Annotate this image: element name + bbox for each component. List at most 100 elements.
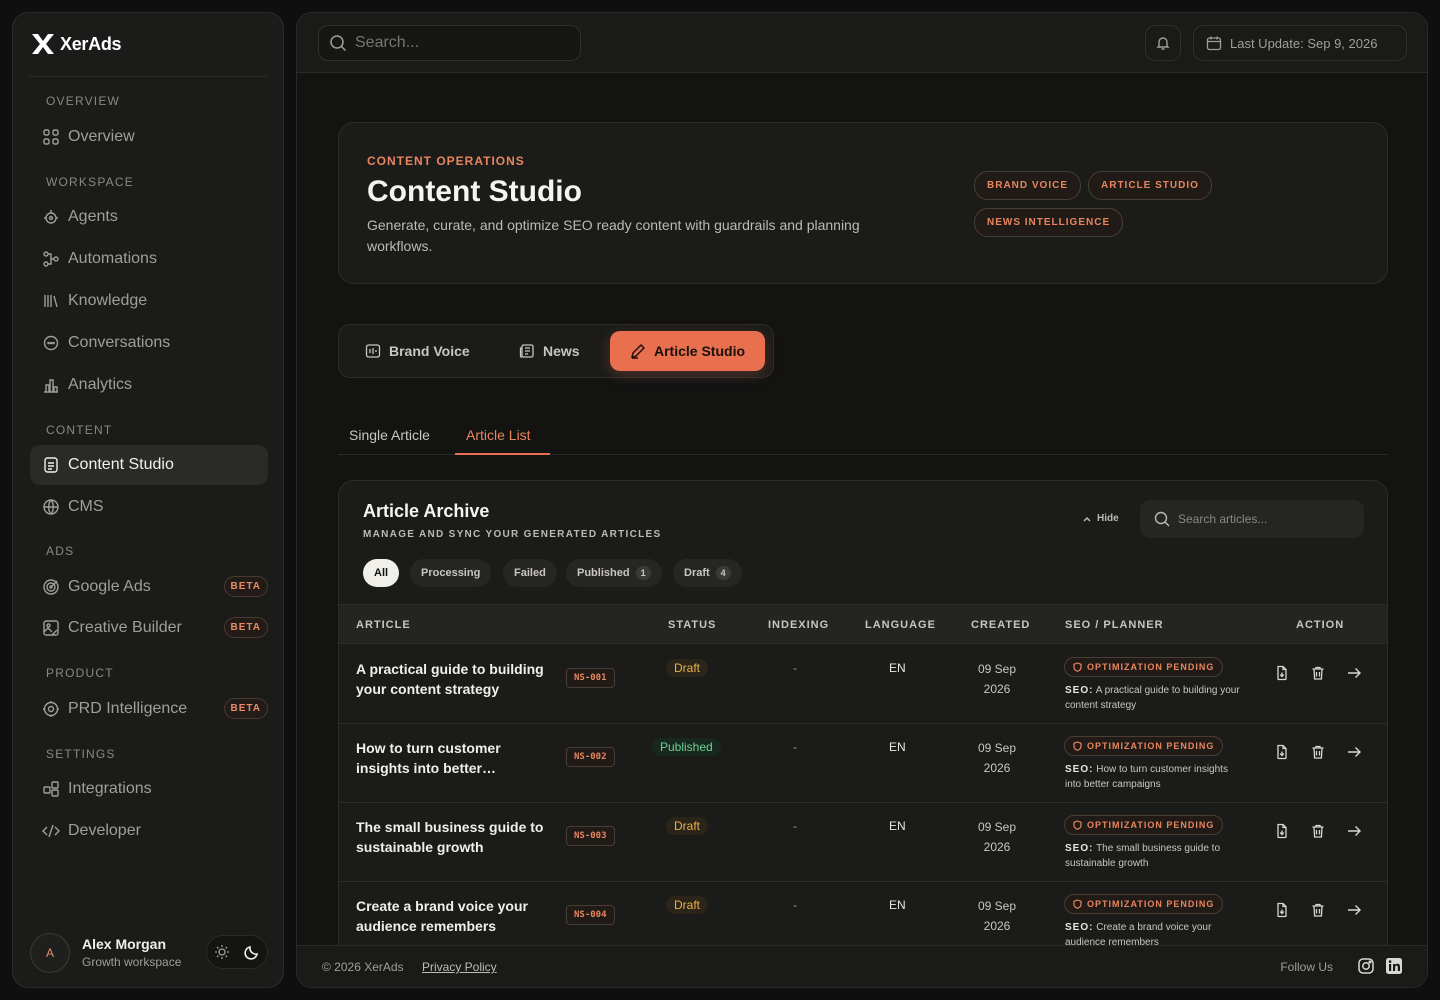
divider: [29, 76, 267, 77]
user-profile[interactable]: A Alex Morgan Growth workspace: [30, 931, 268, 975]
trash-icon[interactable]: [1310, 902, 1326, 918]
sun-icon[interactable]: [214, 944, 230, 960]
sync-document-icon[interactable]: [1274, 665, 1290, 681]
arrow-right-icon[interactable]: [1346, 823, 1362, 839]
arrow-right-icon[interactable]: [1346, 902, 1362, 918]
agent-icon: [44, 210, 58, 224]
section-title-ads: ADS: [46, 544, 75, 558]
sidebar-item-prd-intelligence[interactable]: PRD Intelligence BETA: [30, 689, 268, 729]
article-id-badge: NS-002: [566, 747, 615, 767]
created-day: 09 Sep: [977, 820, 1017, 834]
filter-label: Failed: [514, 567, 546, 579]
col-action: ACTION: [1296, 619, 1345, 631]
sidebar-item-google-ads[interactable]: Google Ads BETA: [30, 567, 268, 607]
table-row[interactable]: The small business guide to sustainable …: [339, 803, 1387, 882]
sidebar-item-cms[interactable]: CMS: [30, 487, 268, 527]
bar-chart-icon: [44, 379, 58, 393]
optimization-label: OPTIMIZATION PENDING: [1087, 899, 1215, 909]
sidebar-item-label: CMS: [68, 498, 104, 515]
sidebar-item-overview[interactable]: Overview: [30, 117, 268, 157]
filter-all[interactable]: All: [363, 559, 400, 587]
trash-icon[interactable]: [1310, 823, 1326, 839]
sidebar-item-label: Integrations: [68, 780, 152, 797]
article-title[interactable]: The small business guide to sustainable …: [356, 817, 556, 857]
privacy-policy-link[interactable]: Privacy Policy: [422, 960, 497, 974]
moon-icon[interactable]: [243, 943, 261, 961]
trash-icon[interactable]: [1310, 744, 1326, 760]
sidebar-item-analytics[interactable]: Analytics: [30, 365, 268, 405]
table-row[interactable]: How to turn customer insights into bette…: [339, 724, 1387, 803]
sync-document-icon[interactable]: [1274, 902, 1290, 918]
sidebar-item-automations[interactable]: Automations: [30, 239, 268, 279]
table-header: ARTICLE STATUS INDEXING LANGUAGE CREATED…: [339, 604, 1387, 644]
filter-processing[interactable]: Processing: [410, 559, 492, 587]
subtab-single-article[interactable]: Single Article: [349, 427, 430, 443]
last-update-text: Last Update: Sep 9, 2026: [1230, 35, 1378, 51]
optimization-badge: OPTIMIZATION PENDING: [1064, 657, 1224, 677]
sidebar-item-integrations[interactable]: Integrations: [30, 769, 268, 809]
sync-document-icon[interactable]: [1274, 823, 1290, 839]
section-title-content: CONTENT: [46, 423, 113, 437]
beta-badge: BETA: [223, 617, 268, 638]
sidebar-item-content-studio[interactable]: Content Studio: [30, 445, 268, 485]
row-actions: [1274, 665, 1362, 681]
seo-label: SEO:: [1065, 685, 1094, 696]
avatar: A: [30, 933, 70, 973]
search-input[interactable]: Search...: [318, 25, 581, 61]
brand-logo[interactable]: XerAds: [30, 33, 122, 55]
sidebar-item-knowledge[interactable]: Knowledge: [30, 281, 268, 321]
article-title[interactable]: How to turn customer insights into bette…: [356, 738, 556, 778]
sidebar-item-label: Agents: [68, 208, 118, 225]
tab-brand-voice[interactable]: Brand Voice: [345, 331, 490, 371]
notifications-button[interactable]: [1145, 25, 1181, 61]
row-actions: [1274, 823, 1362, 839]
created-day: 09 Sep: [977, 741, 1017, 755]
sidebar-item-agents[interactable]: Agents: [30, 197, 268, 237]
sidebar-item-label: Developer: [68, 822, 141, 839]
instagram-icon[interactable]: [1357, 957, 1375, 975]
filter-published[interactable]: Published 1: [566, 559, 662, 587]
shield-icon: [1073, 662, 1082, 672]
tab-news[interactable]: News: [499, 331, 600, 371]
subtab-article-list[interactable]: Article List: [466, 427, 531, 443]
filter-failed[interactable]: Failed: [503, 559, 557, 587]
table-row[interactable]: A practical guide to building your conte…: [339, 645, 1387, 724]
trash-icon[interactable]: [1310, 665, 1326, 681]
topbar: Search... Last Update: Sep 9, 2026: [297, 13, 1427, 73]
theme-toggle[interactable]: [206, 935, 268, 969]
arrow-right-icon[interactable]: [1346, 744, 1362, 760]
status-badge: Draft: [666, 659, 709, 677]
archive-subtitle: MANAGE AND SYNC YOUR GENERATED ARTICLES: [363, 529, 662, 540]
sidebar: XerAds OVERVIEW Overview WORKSPACE Agent…: [12, 12, 284, 988]
article-title[interactable]: Create a brand voice your audience remem…: [356, 896, 556, 936]
hide-button[interactable]: Hide: [1082, 513, 1119, 524]
sidebar-item-label: PRD Intelligence: [68, 700, 188, 717]
article-id-badge: NS-004: [566, 905, 615, 925]
calendar-icon: [1206, 36, 1222, 51]
created-date: 09 Sep 2026: [967, 896, 1027, 936]
filter-draft[interactable]: Draft 4: [673, 559, 742, 587]
tab-label: Article Studio: [654, 343, 746, 359]
status-badge: Draft: [666, 817, 709, 835]
sidebar-item-developer[interactable]: Developer: [30, 811, 268, 851]
created-year: 2026: [983, 840, 1011, 854]
col-indexing: INDEXING: [768, 619, 830, 631]
hero-description: Generate, curate, and optimize SEO ready…: [367, 217, 860, 254]
sync-document-icon[interactable]: [1274, 744, 1290, 760]
article-id-badge: NS-001: [566, 668, 615, 688]
tab-article-studio[interactable]: Article Studio: [610, 331, 766, 371]
linkedin-icon[interactable]: [1385, 957, 1403, 975]
article-search-input[interactable]: Search articles...: [1140, 500, 1364, 538]
arrow-right-icon[interactable]: [1346, 665, 1362, 681]
article-archive: Article Archive MANAGE AND SYNC YOUR GEN…: [338, 480, 1388, 987]
sidebar-item-creative-builder[interactable]: Creative Builder BETA: [30, 608, 268, 648]
language-value: EN: [889, 898, 906, 912]
seo-summary: SEO: The small business guide to sustain…: [1065, 841, 1245, 871]
article-title[interactable]: A practical guide to building your conte…: [356, 659, 556, 699]
search-icon: [330, 35, 347, 52]
tab-label: Brand Voice: [389, 343, 470, 359]
search-placeholder: Search articles...: [1178, 512, 1268, 526]
section-title-workspace: WORKSPACE: [46, 175, 134, 189]
filter-count: 1: [635, 566, 651, 580]
sidebar-item-conversations[interactable]: Conversations: [30, 323, 268, 363]
